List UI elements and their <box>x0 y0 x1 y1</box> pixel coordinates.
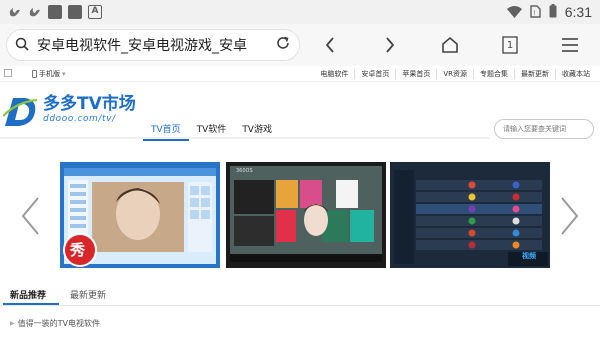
tabs-divider <box>0 305 600 306</box>
tab-new-picks[interactable]: 新品推荐 <box>10 288 46 301</box>
menu-button[interactable] <box>552 24 588 66</box>
top-link[interactable]: 电脑软件 <box>314 69 354 79</box>
tabs-button[interactable]: 1 <box>492 24 528 66</box>
home-icon <box>442 36 458 53</box>
carousel-slide[interactable]: 视频 <box>390 162 550 268</box>
tab-latest-updates[interactable]: 最新更新 <box>70 288 106 301</box>
slide-brand-label: 360OS <box>236 168 253 174</box>
status-bar: A ! 6:31 <box>0 0 600 24</box>
site-search-input[interactable]: 请输入您要查关键词 <box>494 119 594 139</box>
chevron-right-icon <box>561 197 579 235</box>
search-icon <box>15 36 29 55</box>
section-subheading: ▶ 值得一装的TV电视软件 <box>10 319 100 328</box>
mobile-version-link[interactable]: 手机版 ▾ <box>32 69 66 79</box>
logo-subtitle: ddooo.com/tv/ <box>43 114 116 124</box>
chevron-left-icon <box>21 197 39 235</box>
home-button[interactable] <box>432 24 468 66</box>
uc-icon <box>28 5 42 19</box>
browser-toolbar: 安卓电视软件_安卓电视游戏_安卓 1 <box>0 24 600 66</box>
carousel-prev-button[interactable] <box>20 196 40 236</box>
chevron-left-icon <box>325 37 334 53</box>
top-link[interactable]: VR资源 <box>436 69 473 79</box>
app-a-icon: A <box>88 5 102 19</box>
logo-mark-icon <box>3 98 38 126</box>
wifi-icon <box>506 3 522 22</box>
site-header: 多多TV市场 ddooo.com/tv/ TV首页 TV软件 TV游戏 请输入您… <box>0 82 600 141</box>
carousel-slide[interactable]: 秀 <box>60 162 220 268</box>
carousel-next-button[interactable] <box>560 196 580 236</box>
reload-icon[interactable] <box>275 35 291 55</box>
top-link[interactable]: 专题合集 <box>473 69 514 79</box>
battery-icon <box>549 3 557 22</box>
top-link[interactable]: 最新更新 <box>514 69 555 79</box>
forward-button[interactable] <box>372 24 408 66</box>
content-tabs: 新品推荐 最新更新 <box>0 286 600 306</box>
slide-screenshot-image <box>226 162 386 268</box>
sitemap-icon <box>4 68 12 79</box>
back-button[interactable] <box>312 24 348 66</box>
app-square-icon <box>48 5 62 19</box>
url-text[interactable]: 安卓电视软件_安卓电视游戏_安卓 <box>37 35 275 55</box>
top-links: 电脑软件 安卓首页 苹果首页 VR资源 专题合集 最新更新 收藏本站 <box>314 66 596 82</box>
site-logo[interactable]: 多多TV市场 ddooo.com/tv/ <box>3 94 136 128</box>
chevron-down-icon: ▾ <box>62 69 66 78</box>
phone-icon <box>32 69 37 78</box>
svg-text:!: ! <box>533 10 535 17</box>
top-link[interactable]: 安卓首页 <box>354 69 395 79</box>
menu-icon <box>562 38 578 52</box>
caret-right-icon: ▶ <box>10 320 15 327</box>
sim-icon: ! <box>530 3 541 22</box>
logo-title: 多多TV市场 <box>43 94 136 114</box>
carousel-slide[interactable]: 360OS <box>226 162 386 268</box>
top-link[interactable]: 苹果首页 <box>395 69 436 79</box>
header-divider <box>0 137 490 139</box>
webpage: 手机版 ▾ 电脑软件 安卓首页 苹果首页 VR资源 专题合集 最新更新 收藏本站… <box>0 66 600 338</box>
app-square-icon <box>68 5 82 19</box>
tab-count: 1 <box>506 39 514 51</box>
slide-badge: 秀 <box>70 241 86 259</box>
address-bar[interactable]: 安卓电视软件_安卓电视游戏_安卓 <box>6 29 300 61</box>
chevron-right-icon <box>386 37 395 53</box>
slide-brand-label: 视频 <box>522 252 536 260</box>
featured-carousel: 秀 360OS 视频 <box>0 162 600 272</box>
uc-icon <box>8 5 22 19</box>
clock: 6:31 <box>564 4 592 20</box>
top-nav-bar: 手机版 ▾ 电脑软件 安卓首页 苹果首页 VR资源 专题合集 最新更新 收藏本站 <box>0 66 600 82</box>
top-link[interactable]: 收藏本站 <box>555 69 596 79</box>
